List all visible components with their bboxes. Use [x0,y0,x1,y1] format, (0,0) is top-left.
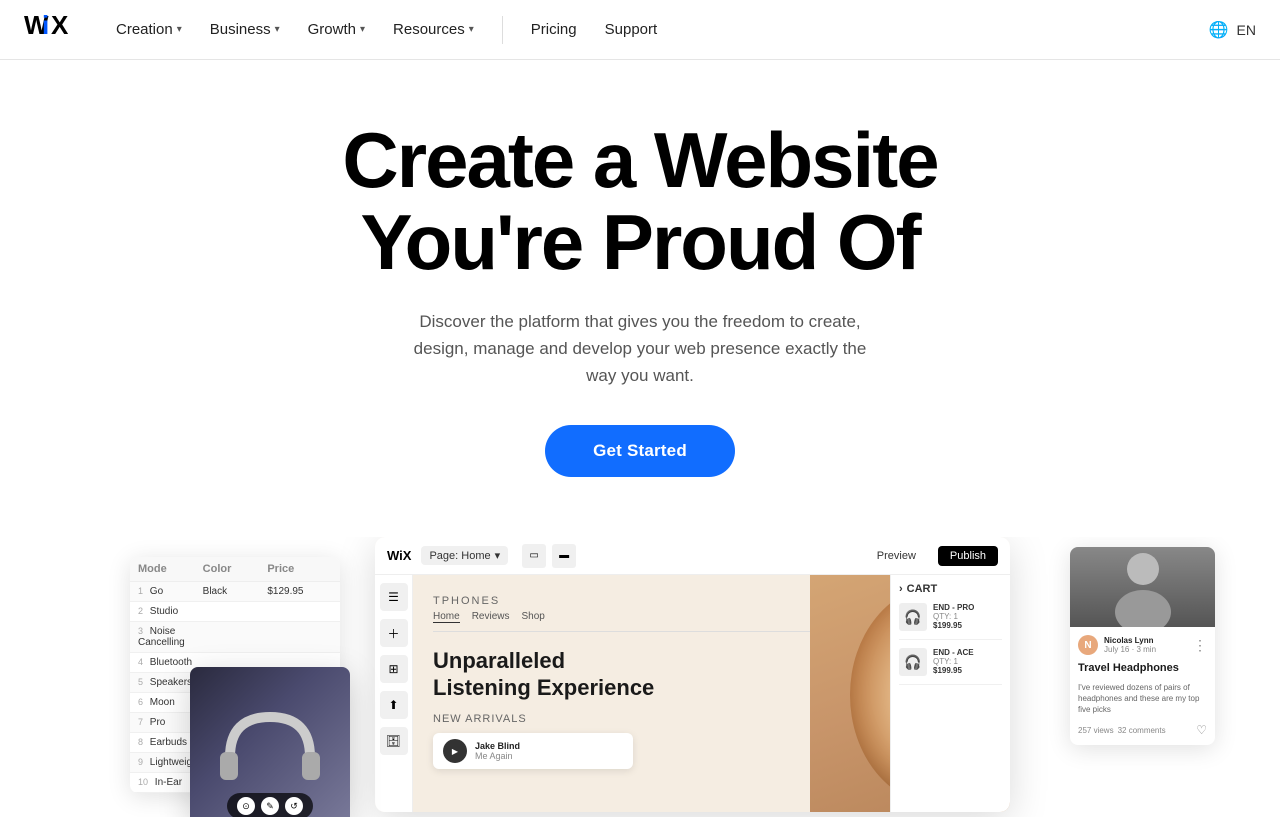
edit-toolbar: ⊙ ✎ ↺ [227,793,313,817]
cart-item: 🎧 END - ACE QTY: 1 $199.95 [899,648,1002,685]
chevron-down-icon: ▾ [275,24,280,35]
wix-svg-logo: W i X [24,12,72,40]
hero-title: Create a Website You're Proud Of [290,120,990,284]
edit-btn-1[interactable]: ⊙ [237,797,255,815]
sidebar-tool-media[interactable]: ⬆ [380,691,408,719]
person-silhouette-svg [1108,547,1178,627]
editor-icons: ▭ ▬ [522,544,576,568]
chevron-down-icon: ▾ [177,24,182,35]
cart-item-image: 🎧 [899,603,927,631]
globe-icon: 🌐 [1209,20,1229,40]
nav-creation[interactable]: Creation ▾ [104,15,194,44]
table-row: 1 Go Black $129.95 [130,582,340,602]
locale-label[interactable]: EN [1237,22,1256,38]
svg-text:i: i [42,12,48,40]
navbar: W i X Creation ▾ Business ▾ Growth ▾ Res… [0,0,1280,60]
wix-wordmark: W i X [24,15,72,46]
table-row: 3 Noise Cancelling [130,622,340,653]
editor-sidebar: ☰ ＋ ⊞ ⬆ 🗄 [375,575,413,812]
editor-logo: WiX [387,548,411,563]
blog-stats: 257 views 32 comments ♡ [1078,723,1207,737]
editor-card: WiX Page: Home ▾ ▭ ▬ Preview Publish ☰ ＋… [375,537,1010,812]
chevron-down-icon: ▾ [495,549,501,562]
blog-date: July 16 · 3 min [1104,645,1156,654]
store-nav-home[interactable]: Home [433,611,460,623]
preview-section: Mode Color Price 1 Go Black $129.95 2 St… [0,537,1280,817]
chevron-down-icon: ▾ [469,24,474,35]
hero-subtitle: Discover the platform that gives you the… [400,308,880,390]
editor-icon-mobile[interactable]: ▬ [552,544,576,568]
editor-icon-desktop[interactable]: ▭ [522,544,546,568]
cart-item-info: END - PRO QTY: 1 $199.95 [933,603,974,631]
page-selector[interactable]: Page: Home ▾ [421,546,508,565]
hero-section: Create a Website You're Proud Of Discove… [0,60,1280,517]
cart-item-image: 🎧 [899,648,927,676]
cart-item: 🎧 END - PRO QTY: 1 $199.95 [899,603,1002,640]
headphone-preview-card: ⊙ ✎ ↺ [190,667,350,817]
nav-right: 🌐 EN [1209,20,1256,40]
preview-button[interactable]: Preview [865,546,928,566]
blog-content: N Nicolas Lynn July 16 · 3 min ⋮ Travel … [1070,627,1215,745]
logo[interactable]: W i X [24,12,72,47]
headphone-svg [210,697,330,797]
store-nav-reviews[interactable]: Reviews [472,611,510,623]
blog-author-info: Nicolas Lynn July 16 · 3 min [1104,636,1156,654]
chevron-down-icon: ▾ [360,24,365,35]
blog-author-name: Nicolas Lynn [1104,636,1156,645]
blog-author-row: N Nicolas Lynn July 16 · 3 min ⋮ [1078,635,1207,655]
editor-content: TPHONES Home Reviews Shop Unparalleled L… [413,575,1010,812]
store-nav-shop[interactable]: Shop [521,611,544,623]
cart-item-info: END - ACE QTY: 1 $199.95 [933,648,974,676]
table-header: Mode Color Price [130,557,340,582]
song-title: Jake Blind [475,741,520,751]
blog-views: 257 views [1078,726,1114,735]
nav-resources[interactable]: Resources ▾ [381,15,486,44]
publish-button[interactable]: Publish [938,546,998,566]
blog-comments: 32 comments [1118,726,1166,735]
song-info: Jake Blind Me Again [475,741,520,761]
blog-post-title: Travel Headphones [1078,661,1207,675]
cart-title: › CART [899,583,1002,595]
edit-btn-3[interactable]: ↺ [285,797,303,815]
blog-card: N Nicolas Lynn July 16 · 3 min ⋮ Travel … [1070,547,1215,745]
play-button[interactable]: ▶ [443,739,467,763]
blog-post-excerpt: I've reviewed dozens of pairs of headpho… [1078,682,1207,716]
edit-btn-2[interactable]: ✎ [261,797,279,815]
nav-business[interactable]: Business ▾ [198,15,292,44]
cart-panel: › CART 🎧 END - PRO QTY: 1 $199.95 🎧 END … [890,575,1010,812]
editor-topbar: WiX Page: Home ▾ ▭ ▬ Preview Publish [375,537,1010,575]
nav-support[interactable]: Support [593,15,670,44]
nav-links: Creation ▾ Business ▾ Growth ▾ Resources… [104,15,669,44]
music-player: ▶ Jake Blind Me Again [433,733,633,769]
sidebar-tool-pages[interactable]: ☰ [380,583,408,611]
blog-avatar: N [1078,635,1098,655]
song-artist: Me Again [475,751,520,761]
blog-image [1070,547,1215,627]
cart-chevron-icon: › [899,583,903,595]
sidebar-tool-add[interactable]: ＋ [380,619,408,647]
nav-divider [502,16,503,44]
nav-growth[interactable]: Growth ▾ [296,15,377,44]
heart-icon[interactable]: ♡ [1196,723,1207,737]
blog-more-button[interactable]: ⋮ [1193,637,1207,654]
sidebar-tool-database[interactable]: 🗄 [380,727,408,755]
get-started-button[interactable]: Get Started [545,425,735,477]
blog-person-image [1070,547,1215,627]
table-row: 2 Studio [130,602,340,622]
svg-text:X: X [51,12,69,40]
sidebar-tool-layers[interactable]: ⊞ [380,655,408,683]
nav-pricing[interactable]: Pricing [519,15,589,44]
